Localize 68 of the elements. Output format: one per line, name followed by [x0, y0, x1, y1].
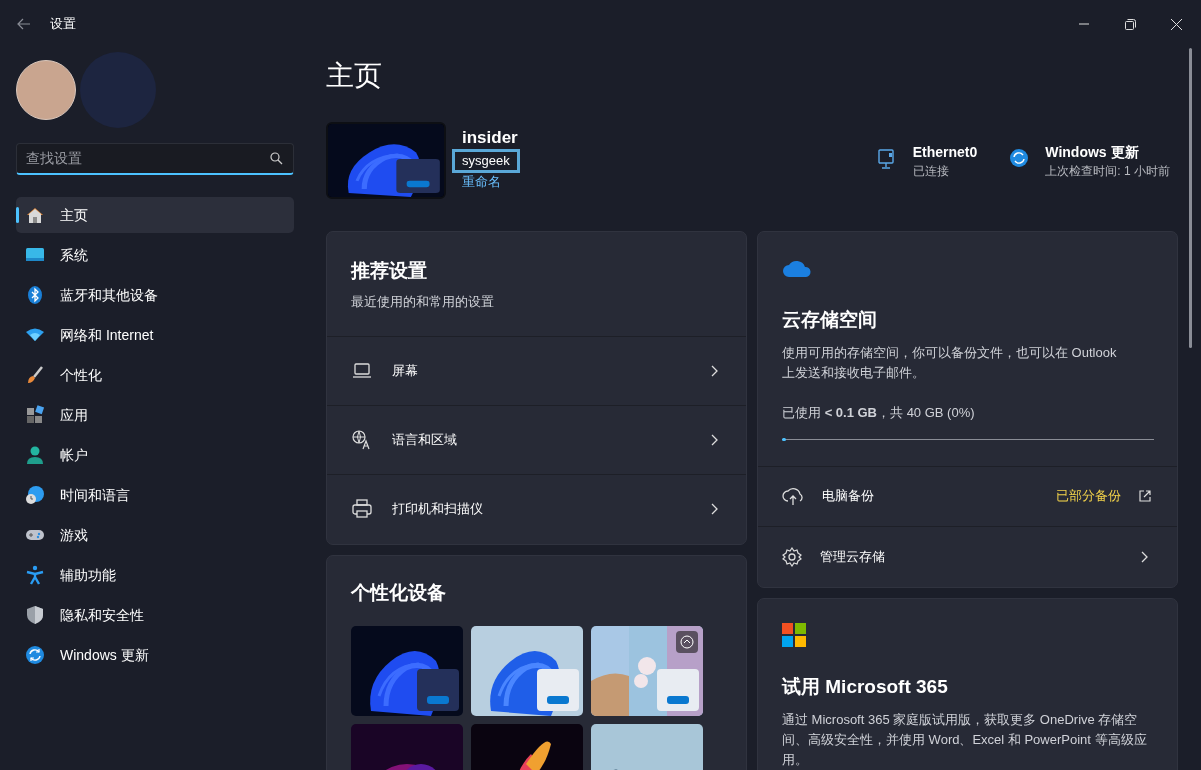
sidebar-item[interactable]: 个性化	[16, 357, 294, 393]
account-email: sysgeek	[452, 148, 520, 173]
network-icon	[876, 148, 897, 170]
language-icon	[352, 429, 372, 450]
search-field[interactable]: 查找设置	[26, 148, 270, 169]
sidebar-item[interactable]: 蓝牙和其他设备	[16, 277, 294, 313]
external-link-icon	[1139, 490, 1151, 502]
close-icon	[1170, 18, 1182, 30]
printer-icon	[352, 499, 372, 519]
backup-status: 已部分备份	[1056, 487, 1121, 506]
sidebar-item[interactable]: 系统	[16, 237, 294, 273]
four-squares-icon	[782, 622, 806, 647]
sync-icon	[25, 645, 45, 665]
selection-indicator	[16, 207, 19, 223]
status-title: Ethernet0	[912, 143, 978, 162]
card-title: 推荐设置	[351, 259, 428, 283]
cloud-upload-icon	[782, 486, 804, 506]
settings-row[interactable]: 屏幕	[327, 336, 746, 406]
window-title: 设置	[50, 15, 76, 34]
page-title: 主页	[326, 59, 383, 93]
accessibility-icon	[25, 565, 45, 585]
settings-icon	[782, 546, 802, 567]
card-description: 通过 Microsoft 365 家庭版试用版，获取更多 OneDrive 存储空间、高级安全性，并使用 Word、Excel 和 PowerPoint 等高级应用。	[782, 710, 1148, 769]
paintbrush-icon	[25, 365, 45, 385]
sync-icon	[1009, 148, 1030, 170]
sidebar-item[interactable]: 隐私和安全性	[16, 597, 294, 633]
avatar	[16, 60, 76, 120]
sidebar-item[interactable]: 辅助功能	[16, 557, 294, 593]
chevron-right-icon	[1141, 550, 1149, 563]
sidebar-item[interactable]: 主页	[16, 197, 294, 233]
status-subtitle: 已连接	[912, 163, 950, 180]
cloud-icon	[782, 258, 812, 278]
sidebar-item[interactable]: Windows 更新	[16, 637, 294, 673]
bluetooth-icon	[25, 285, 45, 305]
scrollbar[interactable]	[1189, 48, 1192, 348]
shield-icon	[25, 605, 45, 625]
slideshow-icon[interactable]	[676, 630, 698, 653]
sidebar-item[interactable]: 游戏	[16, 517, 294, 553]
settings-row[interactable]: 管理云存储	[758, 526, 1177, 587]
card-description: 使用可用的存储空间，你可以备份文件，也可以在 Outlook 上发送和接收电子邮件。	[782, 344, 1118, 382]
card-title: 试用 Microsoft 365	[782, 674, 949, 699]
card-title: 个性化设备	[351, 580, 447, 605]
account-name: insider	[462, 126, 519, 149]
storage-usage: 已使用 < 0.1 GB，共 40 GB (0%)	[782, 404, 976, 422]
home-icon	[25, 205, 45, 225]
globe-clock-icon	[25, 485, 45, 505]
search-icon	[270, 152, 283, 165]
sidebar-item[interactable]: 网络和 Internet	[16, 317, 294, 353]
laptop-icon	[352, 360, 372, 381]
settings-row[interactable]: 语言和区域	[327, 405, 746, 475]
rename-link[interactable]: 重命名	[462, 172, 520, 191]
status-title: Windows 更新	[1045, 143, 1140, 162]
restore-icon	[1124, 18, 1136, 30]
chevron-right-icon	[711, 433, 719, 446]
settings-row[interactable]: 电脑备份 已部分备份	[758, 466, 1177, 527]
status-subtitle: 上次检查时间: 1 小时前	[1045, 163, 1170, 180]
chevron-right-icon	[711, 503, 719, 515]
card-title: 云存储空间	[782, 308, 878, 332]
back-icon	[17, 18, 31, 30]
chevron-right-icon	[711, 364, 719, 377]
person-icon	[25, 445, 45, 465]
sidebar-item[interactable]: 帐户	[16, 437, 294, 473]
sidebar-item[interactable]: 应用	[16, 397, 294, 433]
settings-row[interactable]: 打印机和扫描仪	[327, 474, 746, 544]
search-bar[interactable]: 查找设置	[16, 143, 294, 175]
card-subtitle: 最近使用的和常用的设置	[351, 293, 495, 311]
apps-icon	[25, 405, 45, 425]
sidebar-item[interactable]: 时间和语言	[16, 477, 294, 513]
